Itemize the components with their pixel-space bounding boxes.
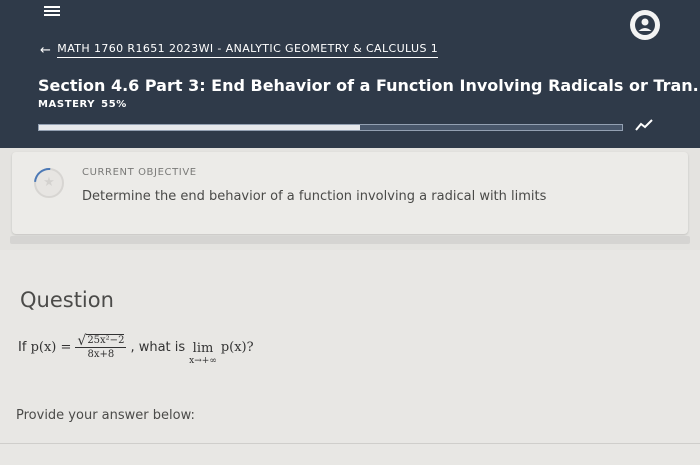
avatar-icon[interactable] <box>630 10 660 40</box>
mastery-label: MASTERY <box>38 99 96 110</box>
page-title: Section 4.6 Part 3: End Behavior of a Fu… <box>38 76 700 95</box>
objective-text: Determine the end behavior of a function… <box>82 189 547 204</box>
question-middle: , what is <box>130 339 186 355</box>
menu-icon[interactable] <box>44 4 60 18</box>
limit-word: lim <box>192 340 214 356</box>
objective-collapse-bar <box>10 236 690 244</box>
limit-operator: lim x→+∞ <box>189 341 217 366</box>
mastery-progress-fill <box>39 125 360 130</box>
breadcrumb-course-link[interactable]: MATH 1760 R1651 2023WI - ANALYTIC GEOMET… <box>57 42 439 58</box>
question-prefix: If <box>18 339 27 355</box>
mastery-value: 55% <box>101 99 127 110</box>
mastery-status: MASTERY 55% <box>38 99 133 110</box>
trend-icon[interactable] <box>634 117 654 133</box>
course-header: ← MATH 1760 R1651 2023WI - ANALYTIC GEOM… <box>0 0 700 148</box>
question-heading: Question <box>20 288 114 312</box>
fraction-numerator: √ 25x²−2 <box>75 333 127 349</box>
question-suffix: p(x)? <box>220 339 254 355</box>
answer-prompt: Provide your answer below: <box>16 408 195 423</box>
star-icon: ★ <box>27 161 71 205</box>
mastery-progress-bar <box>38 124 623 131</box>
objective-label: CURRENT OBJECTIVE <box>82 167 197 178</box>
function-lhs: p(x) = <box>30 339 72 355</box>
function-fraction: √ 25x²−2 8x+8 <box>75 333 127 360</box>
numerator-radicand: 25x²−2 <box>86 334 125 346</box>
breadcrumb[interactable]: ← MATH 1760 R1651 2023WI - ANALYTIC GEOM… <box>40 42 439 58</box>
question-text: If p(x) = √ 25x²−2 8x+8 , what is lim x→+… <box>18 333 254 366</box>
objective-card: ★ CURRENT OBJECTIVE Determine the end be… <box>12 152 688 234</box>
limit-subscript: x→+∞ <box>189 355 217 366</box>
back-arrow-icon[interactable]: ← <box>40 43 51 58</box>
divider <box>0 443 700 444</box>
fraction-denominator: 8x+8 <box>87 349 115 360</box>
